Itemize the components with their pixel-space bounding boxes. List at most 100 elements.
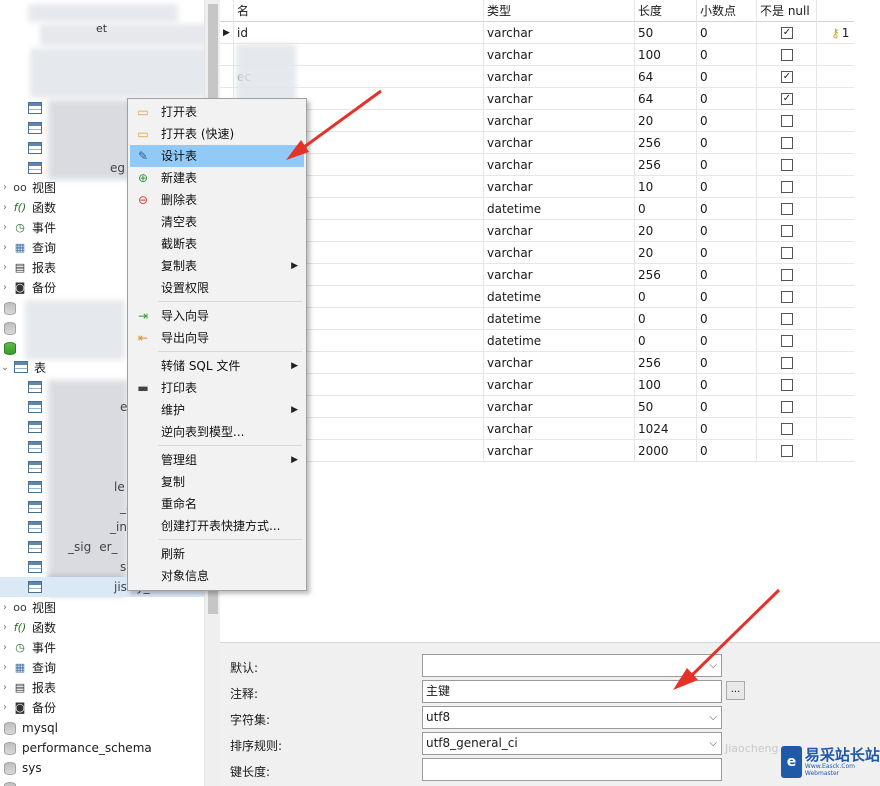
field-not-null-cell[interactable] <box>757 198 817 220</box>
field-not-null-cell[interactable] <box>757 220 817 242</box>
field-length-cell[interactable]: 256 <box>635 132 697 154</box>
field-decimals-cell[interactable]: 0 <box>697 374 757 396</box>
field-decimals-cell[interactable]: 0 <box>697 220 757 242</box>
chevron-down-icon[interactable]: ⌵ <box>709 707 717 728</box>
field-length-cell[interactable]: 256 <box>635 264 697 286</box>
field-key-cell[interactable] <box>817 352 853 374</box>
field-not-null-cell[interactable]: ✓ <box>757 66 817 88</box>
field-not-null-cell[interactable] <box>757 352 817 374</box>
field-type-cell[interactable]: datetime <box>484 308 635 330</box>
tree-item-functions[interactable]: › f() 函数 <box>0 617 56 637</box>
not-null-checkbox[interactable] <box>781 137 793 149</box>
field-length-cell[interactable]: 64 <box>635 88 697 110</box>
menu-item-item-6[interactable]: 截断表 <box>130 233 304 255</box>
tree-database-open[interactable] <box>4 338 16 358</box>
tree-item-backups[interactable]: › ◙ 备份 <box>0 277 56 297</box>
chevron-right-icon[interactable]: › <box>0 702 10 713</box>
field-type-cell[interactable]: varchar <box>484 110 635 132</box>
col-header-decimals[interactable]: 小数点 <box>697 0 757 22</box>
field-length-cell[interactable]: 0 <box>635 330 697 352</box>
default-combo[interactable]: ⌵ <box>422 654 722 677</box>
field-type-cell[interactable]: varchar <box>484 220 635 242</box>
field-decimals-cell[interactable]: 0 <box>697 66 757 88</box>
field-type-cell[interactable]: varchar <box>484 242 635 264</box>
field-key-cell[interactable] <box>817 264 853 286</box>
chevron-right-icon[interactable]: › <box>0 242 10 253</box>
table-row[interactable]: varchar 20 0 <box>220 242 854 264</box>
field-decimals-cell[interactable]: 0 <box>697 176 757 198</box>
tree-table-item[interactable]: _sig er_ <box>28 537 118 557</box>
current-row-indicator-icon[interactable]: ▶ <box>220 22 234 44</box>
field-key-cell[interactable] <box>817 66 853 88</box>
field-key-cell[interactable] <box>817 374 853 396</box>
tree-item-views[interactable]: › oo 视图 <box>0 177 56 197</box>
tree-item-reports[interactable]: › ▤ 报表 <box>0 677 56 697</box>
table-row[interactable]: SONvarchar2560 <box>220 264 854 286</box>
field-key-cell[interactable] <box>817 198 853 220</box>
field-name-cell[interactable]: id <box>234 22 484 44</box>
not-null-checkbox[interactable] <box>781 445 793 457</box>
field-not-null-cell[interactable] <box>757 264 817 286</box>
tree-database-mysql[interactable]: mysql <box>4 718 58 738</box>
field-key-cell[interactable] <box>817 396 853 418</box>
field-not-null-cell[interactable] <box>757 242 817 264</box>
not-null-checkbox[interactable] <box>781 225 793 237</box>
menu-item-export[interactable]: ⇤ 导出向导 <box>130 327 304 349</box>
field-not-null-cell[interactable] <box>757 176 817 198</box>
field-type-cell[interactable]: datetime <box>484 198 635 220</box>
field-key-cell[interactable] <box>817 132 853 154</box>
menu-item-item-8[interactable]: 设置权限 <box>130 277 304 299</box>
field-key-cell[interactable] <box>817 44 853 66</box>
menu-item-print[interactable]: ▬ 打印表 <box>130 377 304 399</box>
tree-table-item[interactable] <box>28 417 42 437</box>
not-null-checkbox[interactable] <box>781 401 793 413</box>
menu-item-item-16[interactable]: 复制 <box>130 471 304 493</box>
not-null-checkbox[interactable] <box>781 203 793 215</box>
tree-item-reports[interactable]: › ▤ 报表 <box>0 257 56 277</box>
table-row[interactable]: TEdatetime00 <box>220 308 854 330</box>
tree-table-item[interactable] <box>28 98 42 118</box>
menu-item-item-15[interactable]: 管理组 ▶ <box>130 449 304 471</box>
field-type-cell[interactable]: varchar <box>484 66 635 88</box>
collation-select[interactable]: utf8_general_ci ⌵ <box>422 732 722 755</box>
table-row[interactable]: varchar 100 0 <box>220 374 854 396</box>
menu-item-import[interactable]: ⇥ 导入向导 <box>130 305 304 327</box>
field-type-cell[interactable]: varchar <box>484 418 635 440</box>
not-null-checkbox[interactable]: ✓ <box>781 71 793 83</box>
table-row[interactable]: edatetime00 <box>220 198 854 220</box>
field-not-null-cell[interactable] <box>757 396 817 418</box>
field-not-null-cell[interactable] <box>757 308 817 330</box>
field-not-null-cell[interactable] <box>757 154 817 176</box>
field-key-cell[interactable] <box>817 242 853 264</box>
not-null-checkbox[interactable] <box>781 335 793 347</box>
field-not-null-cell[interactable] <box>757 44 817 66</box>
row-indicator[interactable] <box>220 66 234 88</box>
menu-item-delete-table[interactable]: ⊖ 删除表 <box>130 189 304 211</box>
tree-table-item[interactable]: eg <box>28 158 125 178</box>
tree-item-functions[interactable]: › f() 函数 <box>0 197 56 217</box>
field-decimals-cell[interactable]: 0 <box>697 352 757 374</box>
field-decimals-cell[interactable]: 0 <box>697 154 757 176</box>
menu-item-item-11[interactable]: 转储 SQL 文件 ▶ <box>130 355 304 377</box>
field-not-null-cell[interactable] <box>757 330 817 352</box>
field-not-null-cell[interactable] <box>757 440 817 462</box>
tree-table-item[interactable]: _a <box>28 497 133 517</box>
field-decimals-cell[interactable]: 0 <box>697 286 757 308</box>
menu-item-item-18[interactable]: 创建打开表快捷方式... <box>130 515 304 537</box>
table-row[interactable]: varchar 100 0 <box>220 44 854 66</box>
chevron-right-icon[interactable]: › <box>0 622 10 633</box>
chevron-down-icon[interactable]: ⌵ <box>709 733 717 754</box>
chevron-right-icon[interactable]: › <box>0 602 10 613</box>
table-row[interactable]: varchar 20 0 <box>220 220 854 242</box>
tree-table-item[interactable] <box>28 138 42 158</box>
field-decimals-cell[interactable]: 0 <box>697 396 757 418</box>
table-row[interactable]: tyvarchar200 <box>220 110 854 132</box>
menu-item-open-table-fast[interactable]: ▭ 打开表 (快速) <box>130 123 304 145</box>
not-null-checkbox[interactable] <box>781 379 793 391</box>
tree-database[interactable] <box>4 778 16 786</box>
tree-database[interactable] <box>4 298 16 318</box>
field-key-cell[interactable] <box>817 330 853 352</box>
col-header-not-null[interactable]: 不是 null <box>757 0 817 22</box>
field-length-cell[interactable]: 20 <box>635 220 697 242</box>
field-key-cell[interactable] <box>817 286 853 308</box>
